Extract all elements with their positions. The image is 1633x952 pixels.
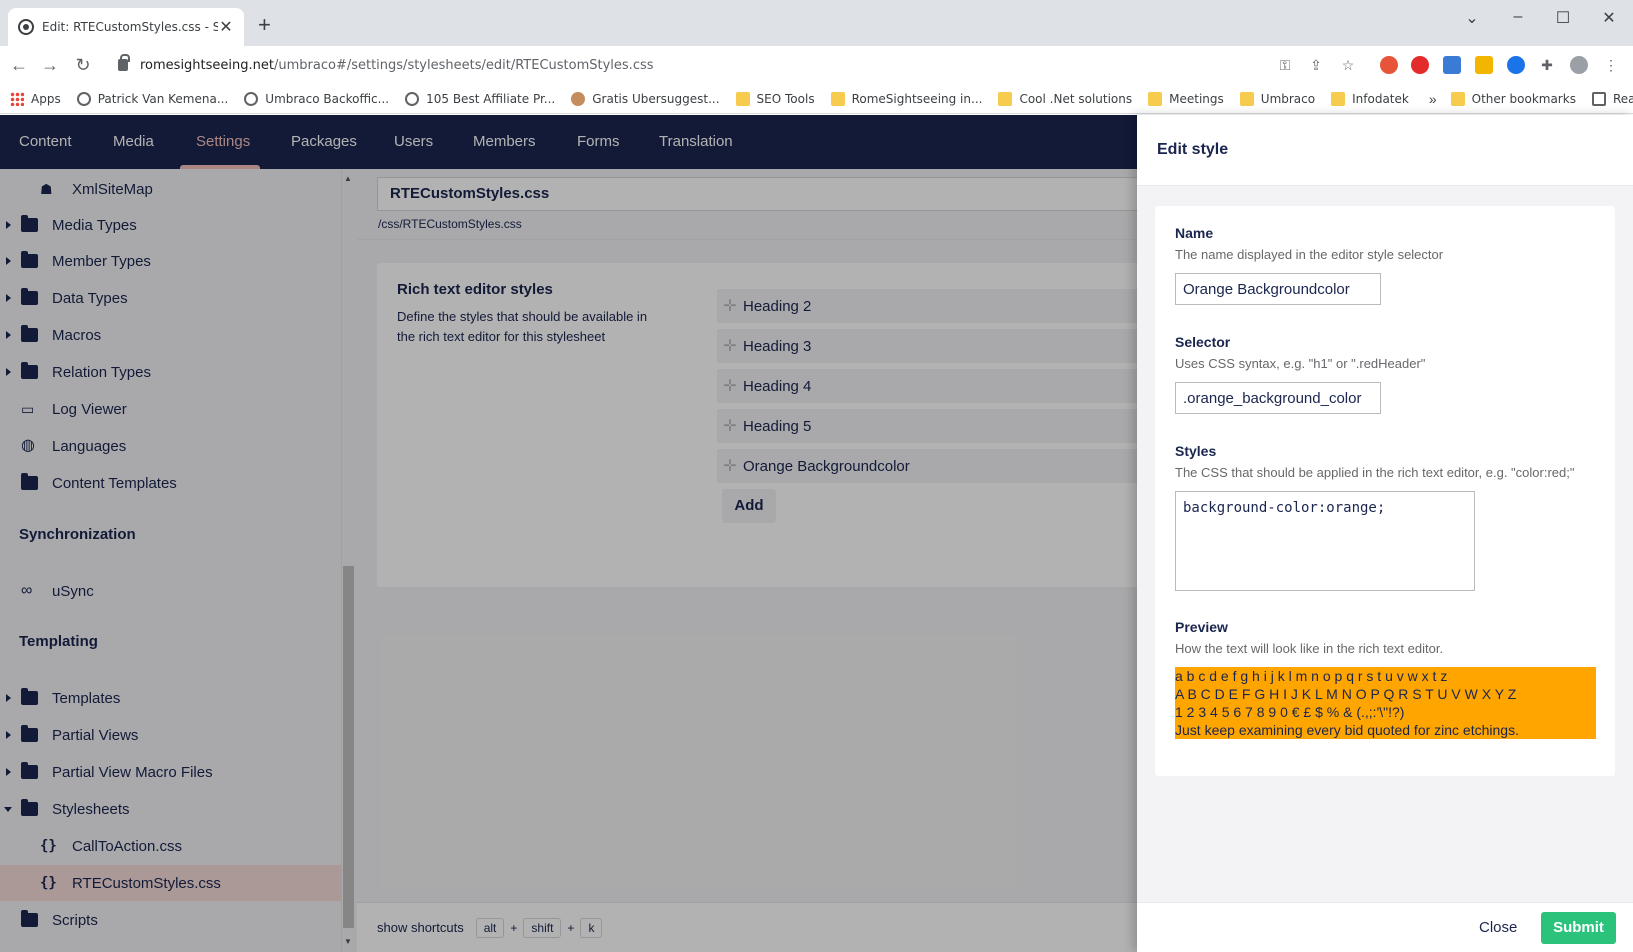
folder-icon bbox=[998, 91, 1013, 106]
bookmark-label: Umbraco Backoffic... bbox=[265, 91, 390, 106]
bookmark-folder[interactable]: SEO Tools bbox=[735, 91, 815, 106]
preview-line: A B C D E F G H I J K L M N O P Q R S T … bbox=[1175, 686, 1517, 702]
folder-icon bbox=[1239, 91, 1254, 106]
bookmark-folder[interactable]: Umbraco bbox=[1239, 91, 1316, 106]
reload-icon[interactable]: ↻ bbox=[72, 55, 94, 75]
more-bookmarks-icon[interactable]: » bbox=[1429, 91, 1437, 107]
bookmark-item[interactable]: 105 Best Affiliate Pr... bbox=[405, 91, 556, 106]
folder-icon bbox=[830, 91, 845, 106]
bookmark-label: Other bookmarks bbox=[1471, 91, 1576, 106]
bookmark-item[interactable]: Gratis Ubersuggest... bbox=[571, 91, 720, 106]
menu-icon[interactable]: ⋮ bbox=[1602, 56, 1620, 74]
preview-line: a b c d e f g h i j k l m n o p q r s t … bbox=[1175, 668, 1448, 684]
globe-icon bbox=[405, 91, 420, 106]
folder-icon bbox=[1450, 91, 1465, 106]
folder-icon bbox=[735, 91, 750, 106]
url-bar[interactable]: romesightseeing.net/umbraco#/settings/st… bbox=[110, 50, 1354, 80]
key-icon[interactable]: ⚿ bbox=[1276, 56, 1294, 74]
bookmark-folder[interactable]: Cool .Net solutions bbox=[998, 91, 1133, 106]
globe-icon bbox=[76, 91, 91, 106]
selector-label: Selector bbox=[1175, 334, 1231, 350]
close-window-button[interactable]: ✕ bbox=[1594, 8, 1624, 28]
submit-button[interactable]: Submit bbox=[1541, 912, 1616, 944]
back-icon[interactable]: ← bbox=[8, 55, 30, 75]
edit-style-form: Name The name displayed in the editor st… bbox=[1155, 206, 1615, 776]
bookmark-label: Cool .Net solutions bbox=[1019, 91, 1133, 106]
extension-icon[interactable] bbox=[1411, 56, 1429, 74]
dialog-footer: Close Submit bbox=[1137, 902, 1633, 952]
extension-icon[interactable] bbox=[1507, 56, 1525, 74]
umbraco-favicon-icon bbox=[18, 19, 34, 35]
browser-tab[interactable]: Edit: RTECustomStyles.css - Settin ✕ bbox=[8, 8, 244, 46]
new-tab-button[interactable]: + bbox=[258, 14, 271, 36]
name-label: Name bbox=[1175, 225, 1214, 241]
maximize-button[interactable]: ☐ bbox=[1548, 8, 1578, 28]
bookmark-folder[interactable]: Infodatek bbox=[1331, 91, 1409, 106]
url-text: romesightseeing.net/umbraco#/settings/st… bbox=[140, 58, 654, 73]
folder-icon bbox=[1331, 91, 1346, 106]
forward-icon[interactable]: → bbox=[39, 55, 61, 75]
face-icon bbox=[571, 91, 586, 106]
extension-icon[interactable] bbox=[1475, 56, 1493, 74]
bookmark-item[interactable]: Umbraco Backoffic... bbox=[244, 91, 390, 106]
extension-icon[interactable] bbox=[1443, 56, 1461, 74]
extension-icon[interactable] bbox=[1380, 56, 1398, 74]
selector-input[interactable] bbox=[1175, 382, 1381, 414]
bookmark-label: Patrick Van Kemena... bbox=[97, 91, 229, 106]
browser-tabstrip: Edit: RTECustomStyles.css - Settin ✕ + ⌄… bbox=[0, 0, 1633, 46]
apps-icon bbox=[10, 91, 24, 106]
bookmark-label: 105 Best Affiliate Pr... bbox=[426, 91, 556, 106]
styles-description: The CSS that should be applied in the ri… bbox=[1175, 465, 1575, 480]
url-domain: romesightseeing.net bbox=[140, 57, 274, 73]
preview-description: How the text will look like in the rich … bbox=[1175, 641, 1444, 656]
bookmarks-bar: Apps Patrick Van Kemena... Umbraco Backo… bbox=[0, 84, 1633, 114]
name-description: The name displayed in the editor style s… bbox=[1175, 247, 1444, 262]
bookmark-label: RomeSightseeing in... bbox=[851, 91, 983, 106]
bookmark-label: SEO Tools bbox=[756, 91, 815, 106]
preview-line: Just keep examining every bid quoted for… bbox=[1175, 722, 1519, 738]
minimize-button[interactable]: – bbox=[1503, 8, 1533, 26]
style-preview: a b c d e f g h i j k l m n o p q r s t … bbox=[1175, 667, 1596, 739]
tab-search-icon[interactable]: ⌄ bbox=[1457, 8, 1487, 28]
styles-textarea[interactable]: background-color:orange; bbox=[1175, 491, 1475, 591]
bookmark-folder[interactable]: Meetings bbox=[1148, 91, 1224, 106]
tab-title: Edit: RTECustomStyles.css - Settin bbox=[42, 20, 218, 34]
bookmark-label: Reading list bbox=[1612, 91, 1633, 106]
bookmark-label: Infodatek bbox=[1352, 91, 1409, 106]
share-icon[interactable]: ⇪ bbox=[1307, 56, 1325, 74]
styles-label: Styles bbox=[1175, 443, 1217, 459]
name-input[interactable] bbox=[1175, 273, 1381, 305]
close-tab-icon[interactable]: ✕ bbox=[218, 17, 234, 37]
other-bookmarks[interactable]: Other bookmarks bbox=[1450, 91, 1576, 106]
preview-line: 1 2 3 4 5 6 7 8 9 0 € £ $ % & (.,;:'\"!?… bbox=[1175, 704, 1405, 720]
bookmark-apps[interactable]: Apps bbox=[10, 91, 61, 106]
puzzle-icon[interactable]: ✚ bbox=[1538, 56, 1556, 74]
bookmark-label: Meetings bbox=[1169, 91, 1224, 106]
close-button[interactable]: Close bbox=[1465, 912, 1531, 944]
url-path: /umbraco#/settings/stylesheets/edit/RTEC… bbox=[274, 57, 654, 73]
dialog-title: Edit style bbox=[1137, 115, 1633, 186]
profile-icon[interactable] bbox=[1570, 56, 1588, 74]
globe-icon bbox=[244, 91, 259, 106]
star-icon[interactable]: ☆ bbox=[1339, 56, 1357, 74]
lock-icon bbox=[118, 54, 130, 71]
selector-description: Uses CSS syntax, e.g. "h1" or ".redHeade… bbox=[1175, 356, 1426, 371]
modal-backdrop[interactable] bbox=[0, 115, 1137, 952]
bookmark-item[interactable]: Patrick Van Kemena... bbox=[76, 91, 229, 106]
edit-style-dialog: Edit style Name The name displayed in th… bbox=[1137, 115, 1633, 952]
folder-icon bbox=[1148, 91, 1163, 106]
bookmark-folder[interactable]: RomeSightseeing in... bbox=[830, 91, 983, 106]
bookmark-label: Umbraco bbox=[1260, 91, 1316, 106]
preview-label: Preview bbox=[1175, 619, 1228, 635]
bookmark-label: Apps bbox=[31, 91, 61, 106]
bookmark-label: Gratis Ubersuggest... bbox=[592, 91, 720, 106]
reading-list[interactable]: Reading list bbox=[1591, 91, 1633, 106]
reading-list-icon bbox=[1591, 91, 1606, 106]
address-bar-row: ← → ↻ romesightseeing.net/umbraco#/setti… bbox=[0, 46, 1633, 84]
